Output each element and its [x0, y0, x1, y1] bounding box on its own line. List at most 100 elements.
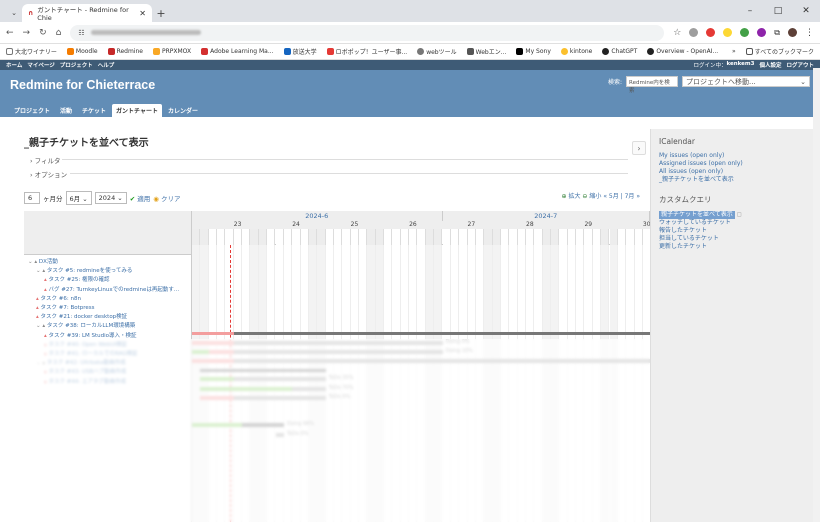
minimize-button[interactable]: –: [736, 0, 764, 22]
gantt-issue-subject[interactable]: タスク #25: 権限の確認: [49, 277, 110, 283]
project-jump-select[interactable]: プロジェクトへ移動... ⌄: [682, 76, 810, 87]
bookmark-item[interactable]: ロボポップ！ユーザー事...: [326, 47, 407, 56]
query-link[interactable]: 担当しているチケット: [659, 235, 805, 243]
logout-link[interactable]: ログアウト: [786, 61, 814, 69]
ical-link[interactable]: My issues (open only): [659, 152, 805, 160]
top-menu-home[interactable]: ホーム: [6, 61, 22, 69]
top-menu-help[interactable]: ヘルプ: [98, 61, 115, 69]
bookmark-item[interactable]: Moodle: [66, 48, 98, 55]
all-bookmarks-folder[interactable]: すべてのブックマーク: [745, 47, 814, 56]
months-input[interactable]: 6: [24, 192, 40, 204]
gantt-issue-row[interactable]: ⌄ ▴ タスク #38: ローカルLLM環境構築: [36, 321, 135, 329]
gantt-day-column: [526, 229, 535, 245]
extension-icon[interactable]: [689, 28, 699, 37]
close-window-button[interactable]: ✕: [792, 0, 820, 22]
tab-projects[interactable]: プロジェクト: [10, 104, 54, 117]
gantt-issue-row[interactable]: ⌄ ▴ DX活動: [28, 257, 58, 265]
gantt-issue-subject[interactable]: バグ #27: TurnkeyLinuxでのredmineは再起動す...: [49, 287, 180, 293]
new-tab-button[interactable]: +: [152, 4, 170, 22]
bookmark-item[interactable]: Redmine: [107, 48, 143, 55]
month-select[interactable]: 6月 ⌄: [65, 191, 92, 205]
page-scrollbar[interactable]: [813, 68, 820, 522]
gantt-issue-subject[interactable]: タスク #7: Botpress: [41, 305, 95, 311]
ical-link[interactable]: All issues (open only): [659, 168, 805, 176]
gantt-issue-row[interactable]: ▴ タスク #6: n8n: [36, 294, 81, 302]
sidebar-collapse-button[interactable]: ›: [632, 141, 646, 155]
gantt-month-header[interactable]: 2024-6: [192, 211, 443, 221]
clear-link[interactable]: ◉ クリア: [153, 193, 180, 203]
query-link[interactable]: 報告したチケット: [659, 227, 805, 235]
ical-link[interactable]: Assigned issues (open only): [659, 160, 805, 168]
home-icon[interactable]: ⌂: [56, 28, 62, 38]
zoom-in-link[interactable]: ⊕ 拡大: [562, 193, 581, 200]
parent-bar[interactable]: [192, 331, 234, 335]
query-link[interactable]: ウォッチしているチケット: [659, 219, 805, 227]
browser-tab[interactable]: ∩ ガントチャート - Redmine for Chie ✕: [22, 4, 152, 22]
gantt-issue-row[interactable]: ▴ タスク #7: Botpress: [36, 303, 95, 311]
gantt-issue-subject[interactable]: タスク #6: n8n: [41, 296, 81, 302]
extension-icon[interactable]: [723, 28, 733, 37]
gantt-issue-subject[interactable]: タスク #5: redmineを使ってみる: [47, 268, 132, 274]
bookmark-item[interactable]: Adobe Learning Ma...: [201, 48, 274, 55]
next-month-link[interactable]: 7月 »: [625, 193, 640, 200]
maximize-button[interactable]: □: [764, 0, 792, 22]
bookmark-item[interactable]: 大北ワイナリー: [6, 47, 57, 56]
year-select[interactable]: 2024 ⌄: [94, 192, 127, 204]
tab-search-icon[interactable]: ⌄: [6, 4, 22, 22]
query-link[interactable]: 更新したチケット: [659, 243, 805, 251]
ical-link[interactable]: _親子チケットを並べて表示: [659, 176, 805, 184]
gantt-issue-subject[interactable]: タスク #38: ローカルLLM環境構築: [47, 323, 135, 329]
url-field[interactable]: ☷: [70, 24, 665, 41]
my-account-link[interactable]: 個人設定: [759, 61, 781, 69]
bookmark-item[interactable]: 放送大学: [283, 47, 317, 56]
tab-activity[interactable]: 活動: [56, 104, 76, 117]
close-tab-icon[interactable]: ✕: [139, 9, 146, 18]
profile-avatar[interactable]: [788, 28, 797, 37]
bookmark-item[interactable]: ChatGPT: [602, 48, 637, 55]
forward-icon[interactable]: →: [23, 28, 31, 38]
top-menu-mypage[interactable]: マイページ: [27, 61, 54, 69]
expand-toggle-icon[interactable]: ⌄ ▴: [28, 259, 39, 265]
bookmarks-overflow[interactable]: »: [732, 48, 736, 55]
reload-icon[interactable]: ↻: [39, 28, 47, 38]
query-edit-icon[interactable]: ◻: [737, 211, 742, 218]
filter-toggle[interactable]: › フィルタ: [30, 155, 61, 165]
expand-toggle-icon[interactable]: ⌄ ▴: [36, 268, 47, 274]
apply-link[interactable]: ✔ 適用: [130, 193, 151, 203]
star-icon[interactable]: ☆: [673, 28, 681, 38]
gantt-issue-row[interactable]: ⌄ ▴ タスク #5: redmineを使ってみる: [36, 266, 132, 274]
query-link-selected[interactable]: 親子チケットを並べて表示 ◻: [659, 211, 805, 219]
zoom-out-link[interactable]: ⊖ 縮小: [582, 193, 601, 200]
tab-calendar[interactable]: カレンダー: [164, 104, 202, 117]
bookmark-item[interactable]: kintone: [560, 48, 592, 55]
top-menu-projects[interactable]: プロジェクト: [60, 61, 93, 69]
bookmark-item[interactable]: My Sony: [516, 48, 551, 55]
gantt-issue-row[interactable]: ▴ タスク #39: LM Studio導入・検証: [44, 331, 137, 339]
gantt-issue-subject[interactable]: タスク #21: docker desktop検証: [41, 314, 128, 320]
bookmark-item[interactable]: Overview - OpenAI...: [647, 48, 718, 55]
parent-bar[interactable]: [233, 331, 650, 335]
prev-month-link[interactable]: « 5月: [603, 193, 618, 200]
tab-gantt[interactable]: ガントチャート: [112, 104, 162, 117]
gantt-month-header[interactable]: 2024-7: [443, 211, 650, 221]
browser-menu-icon[interactable]: ⋮: [805, 28, 814, 38]
extension-icon[interactable]: [706, 28, 716, 37]
gantt-issue-subject[interactable]: タスク #39: LM Studio導入・検証: [49, 333, 137, 339]
gantt-issue-row[interactable]: ▴ バグ #27: TurnkeyLinuxでのredmineは再起動す...: [44, 285, 179, 293]
bookmark-item[interactable]: PRPXMOX: [152, 48, 191, 55]
site-info-icon[interactable]: ☷: [78, 29, 84, 37]
gantt-issue-row[interactable]: ▴ タスク #21: docker desktop検証: [36, 312, 127, 320]
expand-toggle-icon[interactable]: ⌄ ▴: [36, 323, 47, 329]
search-input[interactable]: Redmine内を検索: [626, 76, 678, 94]
back-icon[interactable]: ←: [6, 28, 14, 38]
logged-in-user[interactable]: kenkem3: [727, 61, 755, 69]
tab-issues[interactable]: チケット: [78, 104, 110, 117]
gantt-issue-subject[interactable]: DX活動: [39, 259, 58, 265]
extensions-puzzle-icon[interactable]: ⧉: [774, 28, 780, 38]
options-toggle[interactable]: › オプション: [30, 169, 67, 179]
extension-icon[interactable]: [740, 28, 750, 37]
bookmark-item[interactable]: Webエン...: [466, 47, 506, 56]
bookmark-item[interactable]: webツール: [417, 47, 457, 56]
extension-icon[interactable]: [757, 28, 767, 37]
gantt-issue-row[interactable]: ▴ タスク #25: 権限の確認: [44, 275, 109, 283]
